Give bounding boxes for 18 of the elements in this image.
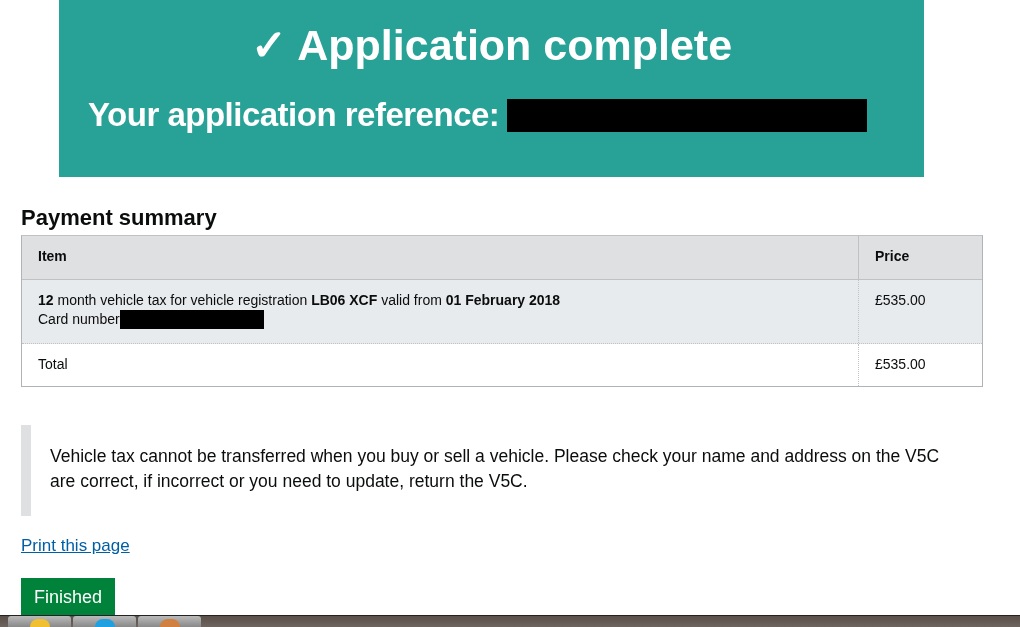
section-heading: Payment summary	[21, 205, 218, 231]
card-label: Card number	[38, 310, 120, 329]
app-icon	[94, 619, 115, 627]
column-header: Price	[874, 247, 911, 266]
taskbar-button[interactable]	[8, 616, 71, 627]
item-description: 12 month vehicle tax for vehicle registration LB06 XCF valid from 01 February 2018	[38, 292, 561, 308]
print-link[interactable]: Print this page	[21, 536, 130, 556]
taskbar-button[interactable]	[73, 616, 136, 627]
table-cell-text: £535.00	[874, 291, 927, 310]
app-icon	[159, 619, 180, 627]
panel-title: ✓ Application complete	[249, 20, 734, 71]
notice-text: Vehicle tax cannot be transferred when you buy or sell a vehicle. Please check your name and address on the V5C are correct, if incorrect or you need to update, return the V5C.	[50, 445, 940, 493]
taskbar-button[interactable]	[138, 616, 201, 627]
finished-button[interactable]: Finished	[21, 578, 116, 616]
table-cell: Total	[22, 344, 859, 386]
column-header: Item	[22, 236, 859, 279]
reference-label: Your application reference:	[88, 96, 500, 134]
table-cell-text: £535.00	[874, 355, 927, 374]
